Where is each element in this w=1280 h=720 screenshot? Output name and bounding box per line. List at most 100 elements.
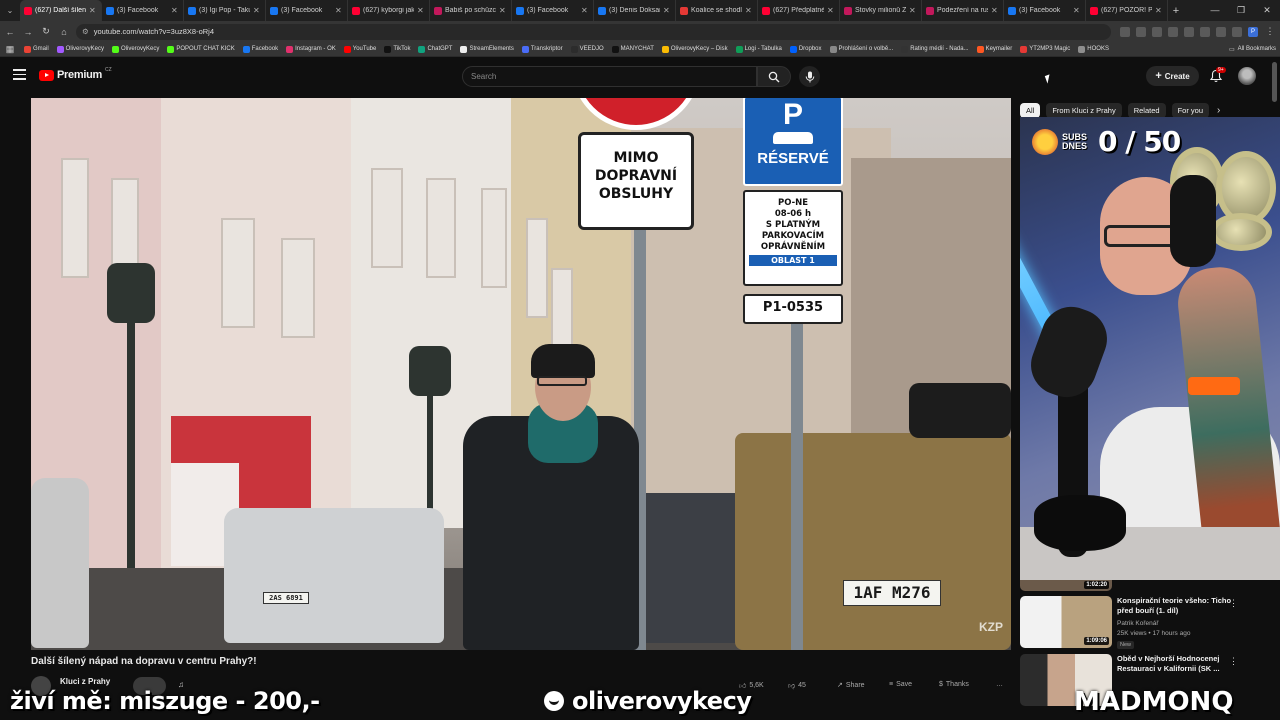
cast-icon[interactable]	[1136, 26, 1146, 37]
bookmark-item[interactable]: StreamElements	[460, 45, 514, 53]
bookmark-item[interactable]: Logi - Tabulka	[735, 45, 782, 53]
voice-search-button[interactable]	[799, 66, 820, 87]
search-input[interactable]: Search	[462, 66, 757, 87]
close-tab-icon[interactable]: ✕	[581, 6, 589, 15]
page-scrollbar[interactable]	[1272, 62, 1277, 102]
rec-title[interactable]: Konspirační teorie všeho: Ticho před bou…	[1117, 596, 1239, 616]
bookmark-item[interactable]: OliverovyKecy	[112, 45, 159, 53]
bookmark-item[interactable]: Dropbox	[789, 45, 822, 53]
site-info-icon[interactable]: ⚙	[82, 27, 89, 36]
chip-all[interactable]: All	[1020, 103, 1041, 118]
bookmark-item[interactable]: Keymailer	[976, 45, 1012, 53]
close-tab-icon[interactable]: ✕	[909, 6, 917, 15]
star-icon[interactable]	[1184, 26, 1194, 37]
recommendation-item[interactable]: 1:09:06 Konspirační teorie všeho: Ticho …	[1020, 596, 1252, 650]
browser-tab[interactable]: (627) Předplatné ✕	[758, 0, 840, 21]
minimize-icon[interactable]: —	[1202, 0, 1228, 21]
browser-tab[interactable]: (3) Igi Pop - Taku ✕	[184, 0, 266, 21]
browser-tab[interactable]: (627) Další šílený ✕	[20, 0, 102, 21]
bookmark-item[interactable]: HOOKS	[1078, 45, 1109, 53]
home-icon[interactable]: ⌂	[58, 27, 70, 37]
browser-tab[interactable]: (3) Facebook ✕	[1004, 0, 1086, 21]
bookmark-item[interactable]: POPOUT CHAT KICK	[167, 45, 235, 53]
bookmark-item[interactable]: TikTok	[384, 45, 410, 53]
bookmark-item[interactable]: Rating médií - Nada...	[901, 45, 969, 53]
forward-icon[interactable]: →	[22, 27, 34, 37]
extensions-icon[interactable]	[1200, 26, 1210, 37]
back-icon[interactable]: ←	[4, 27, 16, 37]
browser-tab[interactable]: (627) kyborgi jak ✕	[348, 0, 430, 21]
rec-title[interactable]: Oběd v Nejhorší Hodnocenej Restauraci v …	[1117, 654, 1239, 674]
bookmark-item[interactable]: Gmail	[24, 45, 49, 53]
extension-b-icon[interactable]	[1232, 26, 1242, 37]
browser-tab[interactable]: Podezření na rus ✕	[922, 0, 1004, 21]
extension-a-icon[interactable]	[1216, 26, 1226, 37]
close-tab-icon[interactable]: ✕	[89, 6, 97, 15]
chip-related[interactable]: Related	[1127, 103, 1166, 118]
close-tab-icon[interactable]: ✕	[417, 6, 425, 15]
browser-tab[interactable]: (3) Facebook ✕	[266, 0, 348, 21]
browser-tab[interactable]: (627) POZOR! Po ✕	[1086, 0, 1168, 21]
close-tab-icon[interactable]: ✕	[827, 6, 835, 15]
browser-menu-icon[interactable]: ⋮	[1264, 26, 1276, 37]
bookmark-item[interactable]: OliverovyKecy – Disk	[661, 45, 728, 53]
close-tab-icon[interactable]: ✕	[1073, 6, 1081, 15]
save-button[interactable]: ≡ Save	[889, 681, 912, 688]
bookmark-item[interactable]: Facebook	[242, 45, 278, 53]
dislike-button[interactable]: 👎︎ 45	[788, 681, 806, 690]
more-vert-icon[interactable]: ⋮	[1229, 598, 1238, 609]
browser-tab[interactable]: (3) Facebook ✕	[102, 0, 184, 21]
thanks-button[interactable]: $ Thanks	[939, 681, 969, 688]
close-tab-icon[interactable]: ✕	[745, 6, 753, 15]
channel-name[interactable]: Kluci z Prahy	[60, 677, 110, 686]
profile-icon[interactable]: P	[1248, 26, 1258, 37]
apps-icon[interactable]: ▦	[4, 44, 16, 55]
youtube-premium-logo[interactable]: Premium CZ	[39, 67, 112, 81]
bookmark-item[interactable]: Prohlášení o volbě...	[829, 45, 893, 53]
reload-icon[interactable]: ↻	[40, 26, 52, 37]
share-button[interactable]: ↗ Share	[837, 681, 865, 690]
maximize-icon[interactable]: ❐	[1228, 0, 1254, 21]
url-field[interactable]: ⚙ youtube.com/watch?v=3uz8X8-oRj4	[76, 23, 1111, 40]
browser-tab[interactable]: Babiš po schůzce ✕	[430, 0, 512, 21]
account-avatar[interactable]	[1238, 67, 1256, 85]
youtube-play-icon	[39, 69, 54, 81]
bookmark-item[interactable]: Transkriptor	[521, 45, 563, 53]
share-icon[interactable]	[1168, 26, 1178, 37]
bookmark-item[interactable]: VEEDJO	[570, 45, 604, 53]
more-vert-icon[interactable]: ⋮	[1229, 656, 1238, 667]
tab-search-icon[interactable]: ⌄	[0, 0, 20, 21]
browser-tab[interactable]: Koalice se shodla ✕	[676, 0, 758, 21]
menu-icon[interactable]	[13, 69, 26, 81]
close-tab-icon[interactable]: ✕	[171, 6, 179, 15]
close-tab-icon[interactable]: ✕	[253, 6, 261, 15]
browser-tab[interactable]: (3) Facebook ✕	[512, 0, 594, 21]
all-bookmarks-button[interactable]: ▭ All Bookmarks	[1229, 46, 1276, 53]
search-button[interactable]	[757, 66, 791, 87]
close-tab-icon[interactable]: ✕	[663, 6, 671, 15]
more-actions-button[interactable]: …	[996, 681, 1003, 688]
close-window-icon[interactable]: ✕	[1254, 0, 1280, 21]
bookmark-item[interactable]: YouTube	[343, 45, 376, 53]
close-tab-icon[interactable]: ✕	[1155, 6, 1163, 15]
chip-from-channel[interactable]: From Kluci z Prahy	[1046, 103, 1122, 118]
bookmark-item[interactable]: YT2MP3 Magic	[1020, 45, 1070, 53]
video-player[interactable]: 2AS 6891 1AF M276 MIMO DOPRAVNÍ OBSLUHY …	[31, 98, 1011, 650]
chevron-right-icon[interactable]: ›	[1217, 105, 1220, 116]
bookmark-item[interactable]: ChatGPT	[418, 45, 452, 53]
bookmark-item[interactable]: Instagram - OK	[286, 45, 336, 53]
close-tab-icon[interactable]: ✕	[335, 6, 343, 15]
rec-channel[interactable]: Patrik Kořenář	[1117, 620, 1159, 627]
chip-for-you[interactable]: For you	[1171, 103, 1209, 118]
browser-tab[interactable]: (3) Denis Doksan ✕	[594, 0, 676, 21]
install-icon[interactable]	[1120, 26, 1130, 37]
zoom-icon[interactable]	[1152, 26, 1162, 37]
bookmark-item[interactable]: OliverovyKecy	[56, 45, 104, 53]
create-button[interactable]: + Create	[1146, 66, 1199, 86]
bookmark-item[interactable]: MANYCHAT	[611, 45, 654, 53]
browser-tab[interactable]: Stovky milionů Z ✕	[840, 0, 922, 21]
rec-thumbnail[interactable]: 1:09:06	[1020, 596, 1112, 648]
new-tab-button[interactable]: +	[1168, 5, 1184, 17]
close-tab-icon[interactable]: ✕	[499, 6, 507, 15]
close-tab-icon[interactable]: ✕	[991, 6, 999, 15]
